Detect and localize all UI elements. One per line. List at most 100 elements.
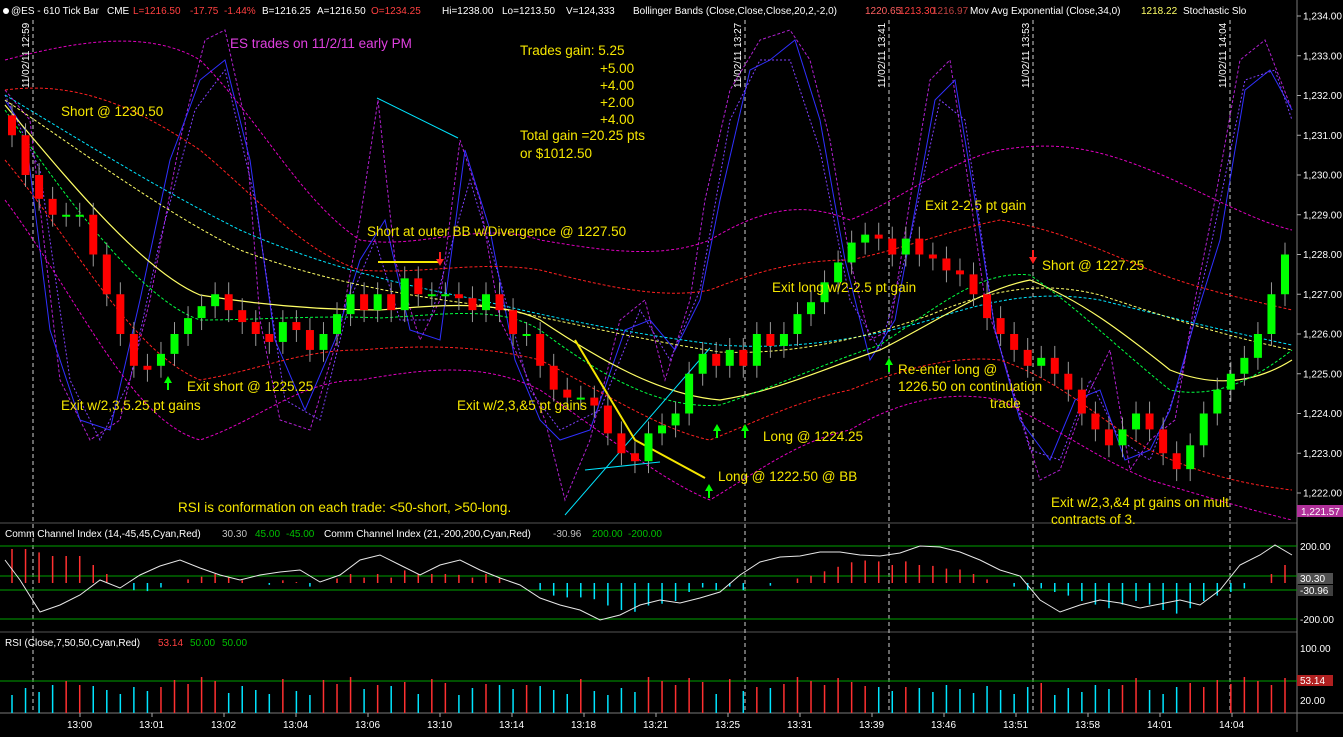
annotation-reenter: Re-enter long @: [898, 362, 997, 377]
candle-body: [807, 302, 816, 315]
candle-body: [671, 413, 680, 426]
session-marker-label: 11/02/11 14:04: [1218, 22, 1229, 88]
candle-body: [427, 294, 436, 297]
header-bb-upper: 1220.65: [865, 6, 902, 17]
candle-body: [75, 214, 84, 217]
candle-body: [170, 334, 179, 354]
cci1-upper: 45.00: [255, 529, 280, 540]
annotation-reenter: 1226.50 on continuation: [898, 379, 1042, 394]
price-tick-label: 1,229.00: [1303, 210, 1342, 221]
candle-body: [630, 453, 639, 462]
time-tick-label: 13:46: [931, 720, 956, 731]
candle-body: [8, 115, 16, 136]
candle-body: [62, 214, 71, 217]
candle-body: [969, 274, 978, 295]
candle-body: [441, 294, 450, 297]
candle-body: [414, 278, 423, 295]
chart-title: ES trades on 11/2/11 early PM: [230, 36, 412, 51]
annotation-exit1: Exit short @ 1225.25: [187, 379, 313, 394]
cci1-lower: -45.00: [286, 529, 315, 540]
annotation-exit4: contracts of 3.: [1051, 512, 1136, 527]
session-marker-label: 11/02/11 13:41: [877, 22, 888, 88]
candle-body: [739, 349, 748, 366]
header-ema-name: Mov Avg Exponential (Close,34,0): [970, 6, 1120, 17]
candle-body: [996, 318, 1005, 334]
cci2-upper: 200.00: [592, 529, 623, 540]
time-tick-label: 13:58: [1075, 720, 1100, 731]
candle-body: [387, 294, 396, 311]
annotation-exit3: Exit 2-2.5 pt gain: [925, 198, 1026, 213]
candle-body: [901, 238, 910, 255]
candle-body: [48, 198, 57, 215]
candle-body: [35, 175, 44, 199]
time-tick-label: 13:10: [427, 720, 452, 731]
chart-window: @ES - 610 Tick Bar CME L=1216.50 -17.75 …: [0, 0, 1343, 732]
time-tick-label: 14:04: [1219, 720, 1244, 731]
time-tick-label: 13:14: [499, 720, 524, 731]
price-tick-label: 1,230.00: [1303, 171, 1342, 182]
header-ask: A=1216.50: [317, 6, 366, 17]
time-tick-label: 13:06: [355, 720, 380, 731]
candle-body: [305, 330, 314, 350]
candle-body: [238, 310, 247, 323]
candle-body: [454, 294, 463, 299]
session-marker-label: 11/02/11 13:27: [733, 22, 744, 88]
rsi-tick: 20.00: [1300, 696, 1325, 707]
price-chart[interactable]: @ES - 610 Tick Bar CME L=1216.50 -17.75 …: [0, 0, 1343, 732]
candle-body: [942, 258, 951, 271]
candle-body: [1186, 445, 1195, 470]
candle-body: [278, 322, 287, 342]
candle-body: [1213, 389, 1222, 414]
candle-body: [360, 294, 369, 311]
candle-body: [1064, 373, 1073, 390]
candle-body: [1267, 294, 1276, 334]
header-exchange: CME: [107, 6, 130, 17]
candle-body: [603, 405, 612, 434]
rsi-lower: 50.00: [222, 638, 247, 649]
header-bb-name: Bollinger Bands (Close,Close,Close,20,2,…: [633, 6, 837, 17]
header-lo: Lo=1213.50: [502, 6, 556, 17]
candle-body: [495, 294, 504, 311]
candle-body: [1226, 373, 1235, 390]
annotation-long1: Long @ 1222.50 @ BB: [718, 469, 857, 484]
cci1-title: Comm Channel Index (14,-45,45,Cyan,Red): [5, 529, 201, 540]
time-tick-label: 14:01: [1147, 720, 1172, 731]
header-bid: B=1216.25: [262, 6, 311, 17]
candle-body: [1077, 389, 1086, 414]
trades-gain-line: +4.00: [600, 112, 634, 127]
candle-body: [1240, 357, 1249, 374]
header-pct: -1.44%: [224, 6, 256, 17]
annotation-exit1b: Exit w/2,3,5.25 pt gains: [61, 398, 201, 413]
candle-body: [1199, 413, 1208, 446]
candle-body: [955, 270, 964, 275]
cci-tag2: -30.96: [1300, 586, 1329, 597]
candle-body: [1253, 334, 1262, 358]
cci1-value: 30.30: [222, 529, 247, 540]
trades-gain-line: +4.00: [600, 78, 634, 93]
candle-body: [1281, 254, 1289, 295]
session-marker-label: 11/02/11 12:59: [21, 22, 32, 88]
candle-body: [1091, 413, 1100, 430]
candle-body: [292, 322, 301, 331]
candle-body: [874, 234, 883, 239]
candle-body: [1104, 429, 1113, 446]
annotation-short1: Short @ 1230.50: [61, 104, 163, 119]
annotation-reenter: trade: [990, 396, 1021, 411]
rsi-title: RSI (Close,7,50,50,Cyan,Red): [5, 638, 140, 649]
cci2-value: -30.96: [553, 529, 582, 540]
annotation-exit4: Exit w/2,3,&4 pt gains on mult: [1051, 495, 1229, 510]
candle-body: [400, 278, 409, 311]
trades-gain-line: +2.00: [600, 95, 634, 110]
candle-body: [1172, 453, 1181, 470]
price-tick-label: 1,228.00: [1303, 250, 1342, 261]
time-tick-label: 13:51: [1003, 720, 1028, 731]
candle-body: [766, 334, 775, 346]
price-tick-label: 1,233.00: [1303, 51, 1342, 62]
candle-body: [1159, 429, 1168, 454]
time-tick-label: 13:18: [571, 720, 596, 731]
candle-body: [143, 365, 152, 370]
candle-body: [793, 314, 802, 334]
candle-body: [116, 294, 125, 334]
candle-body: [522, 334, 531, 336]
price-tick-label: 1,227.00: [1303, 290, 1342, 301]
